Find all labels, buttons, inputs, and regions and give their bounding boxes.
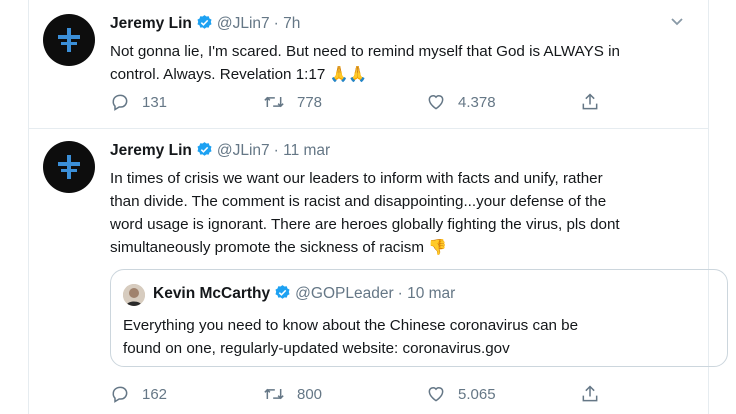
blue-cross-logo-icon (58, 28, 80, 52)
share-icon (582, 385, 598, 402)
author-handle[interactable]: @JLin7 (217, 142, 270, 159)
author-name: Kevin McCarthy (153, 285, 271, 302)
like-button[interactable]: 4.378 (426, 92, 496, 112)
reply-icon (112, 386, 128, 403)
verified-badge-icon (196, 141, 213, 163)
quoted-tweet[interactable]: Kevin McCarthy @GOPLeader · 10 mar Everyth… (110, 269, 728, 367)
timeline: Jeremy Lin @JLin7 · 7h Not gonna lie, I'm … (0, 0, 736, 414)
verified-badge-icon (196, 14, 213, 36)
person-avatar-icon (123, 284, 145, 306)
author-name[interactable]: Jeremy Lin (110, 142, 192, 159)
retweet-button[interactable]: 778 (263, 92, 322, 112)
tweet-header: Jeremy Lin @JLin7 · 7h (110, 14, 688, 36)
tweet[interactable]: Jeremy Lin @JLin7 · 7h Not gonna lie, I'm … (28, 0, 708, 128)
tweet-text-line: simultaneously promote the sickness of r… (110, 239, 448, 256)
tweet-text-line: found on one, regularly-updated website:… (123, 340, 510, 357)
chevron-down-icon[interactable] (670, 14, 684, 32)
tweet-text-line: control. Always. Revelation 1:17 🙏🙏 (110, 66, 368, 83)
like-count: 5.065 (458, 385, 496, 403)
like-count: 4.378 (458, 93, 496, 111)
reply-count: 131 (142, 93, 168, 111)
retweet-count: 778 (297, 93, 323, 111)
share-icon (582, 93, 598, 110)
avatar[interactable] (43, 14, 95, 66)
author-name[interactable]: Jeremy Lin (110, 15, 192, 32)
reply-button[interactable]: 162 (110, 384, 167, 404)
author-handle: @GOPLeader (295, 285, 394, 302)
author-handle[interactable]: @JLin7 (217, 15, 270, 32)
tweet-text: In times of crisis we want our leaders t… (110, 167, 700, 259)
avatar[interactable] (123, 284, 145, 306)
tweet-time[interactable]: · 11 mar (274, 142, 331, 159)
retweet-button[interactable]: 800 (263, 384, 322, 404)
heart-icon (428, 387, 444, 402)
share-button[interactable] (580, 384, 612, 404)
tweet-time: · 10 mar (397, 285, 456, 302)
reply-icon (112, 94, 128, 111)
retweet-count: 800 (297, 385, 323, 403)
tweet-time[interactable]: · 7h (274, 15, 301, 32)
tweet-text-line: Everything you need to know about the Ch… (123, 317, 579, 334)
retweet-icon (264, 96, 284, 108)
tweet[interactable]: Jeremy Lin @JLin7 · 11 mar In times of cri… (28, 129, 728, 414)
heart-icon (428, 95, 444, 110)
retweet-icon (264, 388, 284, 400)
like-button[interactable]: 5.065 (426, 384, 496, 404)
avatar[interactable] (43, 141, 95, 193)
tweet-text-line: word usage is ignorant. There are heroes… (110, 216, 620, 233)
tweet-text: Not gonna lie, I'm scared. But need to r… (110, 40, 700, 86)
tweet-text-line: than divide. The comment is racist and d… (110, 193, 607, 210)
tweet-header: Jeremy Lin @JLin7 · 11 mar (110, 141, 688, 163)
reply-count: 162 (142, 385, 168, 403)
tweet-text-line: In times of crisis we want our leaders t… (110, 170, 603, 187)
share-button[interactable] (580, 92, 612, 112)
blue-cross-logo-icon (58, 155, 80, 179)
tweet-actions: 162 800 5.065 (110, 384, 690, 408)
reply-button[interactable]: 131 (110, 92, 167, 112)
quoted-tweet-header: Kevin McCarthy @GOPLeader · 10 mar (153, 284, 455, 306)
tweet-text-line: Not gonna lie, I'm scared. But need to r… (110, 43, 620, 60)
quoted-tweet-text: Everything you need to know about the Ch… (123, 314, 713, 360)
tweet-actions: 131 778 4.378 (110, 92, 690, 116)
verified-badge-icon (274, 284, 291, 306)
